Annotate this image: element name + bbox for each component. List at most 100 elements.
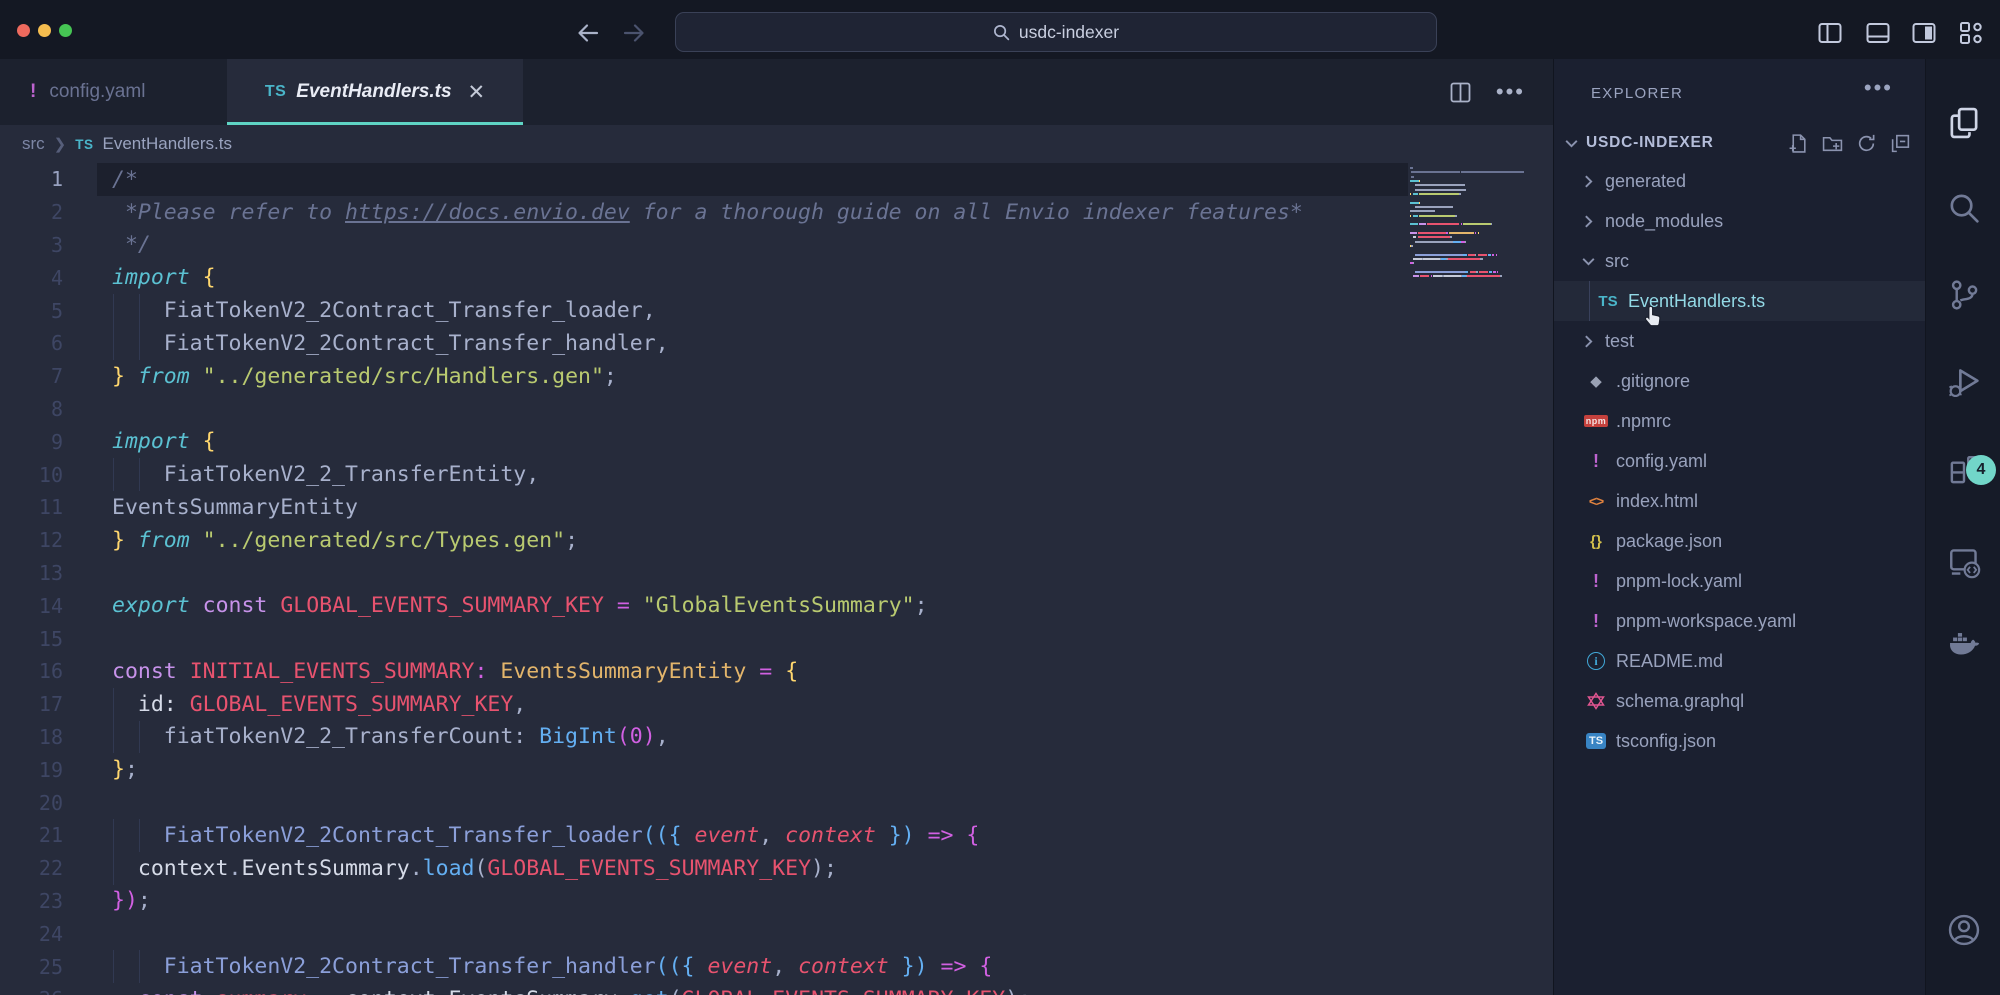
line-number: 21 <box>0 823 63 847</box>
tab-EventHandlers.ts[interactable]: TSEventHandlers.ts✕ <box>227 59 523 125</box>
code-line-14[interactable]: 14export const GLOBAL_EVENTS_SUMMARY_KEY… <box>0 589 1553 622</box>
typescript-file-icon: TS <box>75 137 93 152</box>
line-number: 19 <box>0 758 63 782</box>
close-window-button[interactable] <box>17 24 30 37</box>
code-line-21[interactable]: 21 FiatTokenV2_2Contract_Transfer_loader… <box>0 819 1553 852</box>
editor-more-actions-icon[interactable]: ••• <box>1496 79 1525 105</box>
toggle-right-panel-icon[interactable] <box>1911 20 1937 46</box>
code-editor[interactable]: 1/*2 *Please refer to https://docs.envio… <box>0 163 1553 995</box>
extensions-badge: 4 <box>1966 455 1996 485</box>
tree-item-index.html[interactable]: <>index.html <box>1554 481 1925 521</box>
tree-item-test[interactable]: test <box>1554 321 1925 361</box>
code-line-20[interactable]: 20 <box>0 786 1553 819</box>
code-line-6[interactable]: 6 FiatTokenV2_2Contract_Transfer_handler… <box>0 327 1553 360</box>
line-number: 7 <box>0 364 63 388</box>
graphql-file-icon <box>1587 692 1605 710</box>
readme-info-icon: i <box>1587 652 1605 670</box>
code-line-12[interactable]: 12} from "../generated/src/Types.gen"; <box>0 524 1553 557</box>
line-number: 16 <box>0 659 63 683</box>
tree-item-src[interactable]: src <box>1554 241 1925 281</box>
line-number: 2 <box>0 200 63 224</box>
tree-item-label: schema.graphql <box>1616 691 1744 712</box>
tree-item-package.json[interactable]: {}package.json <box>1554 521 1925 561</box>
toggle-left-panel-icon[interactable] <box>1817 20 1843 46</box>
customize-layout-icon[interactable] <box>1958 20 1984 46</box>
tab-config.yaml[interactable]: !config.yaml <box>8 59 167 125</box>
run-debug-activity-icon[interactable] <box>1926 365 2000 399</box>
tree-item-.npmrc[interactable]: npm.npmrc <box>1554 401 1925 441</box>
tree-item-README.md[interactable]: iREADME.md <box>1554 641 1925 681</box>
code-line-1[interactable]: 1/* <box>0 163 1553 196</box>
tree-item-node_modules[interactable]: node_modules <box>1554 201 1925 241</box>
tree-item-pnpm-workspace.yaml[interactable]: !pnpm-workspace.yaml <box>1554 601 1925 641</box>
file-tree: generated node_modulessrcTSEventHandlers.… <box>1554 161 1925 761</box>
code-line-25[interactable]: 25 FiatTokenV2_2Contract_Transfer_handle… <box>0 950 1553 983</box>
code-line-4[interactable]: 4import { <box>0 261 1553 294</box>
close-tab-icon[interactable]: ✕ <box>468 80 486 105</box>
code-line-10[interactable]: 10 FiatTokenV2_2_TransferEntity, <box>0 458 1553 491</box>
tree-item-schema.graphql[interactable]: schema.graphql <box>1554 681 1925 721</box>
new-file-icon[interactable] <box>1788 133 1809 154</box>
tree-item-pnpm-lock.yaml[interactable]: !pnpm-lock.yaml <box>1554 561 1925 601</box>
code-line-7[interactable]: 7} from "../generated/src/Handlers.gen"; <box>0 360 1553 393</box>
breadcrumb-file[interactable]: EventHandlers.ts <box>103 134 232 154</box>
remote-activity-icon[interactable] <box>1926 545 2000 579</box>
new-folder-icon[interactable] <box>1822 133 1843 154</box>
tree-item-.gitignore[interactable]: ◆.gitignore <box>1554 361 1925 401</box>
tree-item-tsconfig.json[interactable]: TS tsconfig.json <box>1554 721 1925 761</box>
tree-item-EventHandlers.ts[interactable]: TSEventHandlers.ts <box>1554 281 1925 321</box>
source-control-activity-icon[interactable] <box>1926 278 2000 312</box>
code-line-24[interactable]: 24 <box>0 917 1553 950</box>
tree-item-label: .npmrc <box>1616 411 1671 432</box>
command-search-input[interactable]: usdc-indexer <box>675 12 1437 52</box>
code-line-17[interactable]: 17 id: GLOBAL_EVENTS_SUMMARY_KEY, <box>0 688 1553 721</box>
line-number: 1 <box>0 167 63 191</box>
explorer-more-actions-icon[interactable]: ••• <box>1864 75 1893 101</box>
code-line-16[interactable]: 16const INITIAL_EVENTS_SUMMARY: EventsSu… <box>0 655 1553 688</box>
code-line-8[interactable]: 8 <box>0 393 1553 426</box>
split-editor-icon[interactable] <box>1449 81 1472 104</box>
line-number: 13 <box>0 561 63 585</box>
forward-arrow-icon[interactable] <box>621 20 647 46</box>
docker-activity-icon[interactable] <box>1926 626 2000 660</box>
code-line-11[interactable]: 11EventsSummaryEntity <box>0 491 1553 524</box>
code-line-15[interactable]: 15 <box>0 622 1553 655</box>
code-line-5[interactable]: 5 FiatTokenV2_2Contract_Transfer_loader, <box>0 294 1553 327</box>
code-line-9[interactable]: 9import { <box>0 425 1553 458</box>
search-icon <box>993 24 1010 41</box>
line-number: 15 <box>0 627 63 651</box>
chevron-right-icon: ❯ <box>54 135 67 153</box>
minimize-window-button[interactable] <box>38 24 51 37</box>
tree-item-label: tsconfig.json <box>1616 731 1716 752</box>
code-line-23[interactable]: 23}); <box>0 885 1553 918</box>
json-file-icon: {} <box>1590 533 1602 550</box>
tree-item-generated[interactable]: generated <box>1554 161 1925 201</box>
refresh-icon[interactable] <box>1856 133 1877 154</box>
maximize-window-button[interactable] <box>59 24 72 37</box>
breadcrumb-folder[interactable]: src <box>22 134 45 154</box>
explorer-activity-icon[interactable] <box>1926 106 2000 140</box>
minimap[interactable] <box>1410 167 1524 279</box>
breadcrumb[interactable]: src ❯ TS EventHandlers.ts <box>0 125 1553 163</box>
line-number: 18 <box>0 725 63 749</box>
toggle-bottom-panel-icon[interactable] <box>1865 20 1891 46</box>
back-arrow-icon[interactable] <box>575 20 601 46</box>
code-line-3[interactable]: 3 */ <box>0 229 1553 262</box>
code-line-13[interactable]: 13 <box>0 557 1553 590</box>
account-activity-icon[interactable] <box>1926 913 2000 947</box>
tree-item-config.yaml[interactable]: !config.yaml <box>1554 441 1925 481</box>
activity-bar: 4 <box>1925 59 2000 995</box>
chevron-down-icon <box>1563 135 1580 152</box>
project-root-row[interactable]: USDC-INDEXER <box>1554 125 1925 161</box>
code-line-2[interactable]: 2 *Please refer to https://docs.envio.de… <box>0 196 1553 229</box>
tree-item-label: node_modules <box>1605 211 1723 232</box>
line-number: 24 <box>0 922 63 946</box>
tsconfig-file-icon: TS <box>1586 733 1606 749</box>
code-line-26[interactable]: 26 const summary = context.EventsSummary… <box>0 983 1553 995</box>
collapse-all-icon[interactable] <box>1890 133 1911 154</box>
vscode-window: usdc-indexer !config.yamlTSEventHandlers… <box>0 0 2000 995</box>
code-line-19[interactable]: 19}; <box>0 753 1553 786</box>
code-line-18[interactable]: 18 fiatTokenV2_2_TransferCount: BigInt(0… <box>0 721 1553 754</box>
search-activity-icon[interactable] <box>1926 191 2000 225</box>
code-line-22[interactable]: 22 context.EventsSummary.load(GLOBAL_EVE… <box>0 852 1553 885</box>
